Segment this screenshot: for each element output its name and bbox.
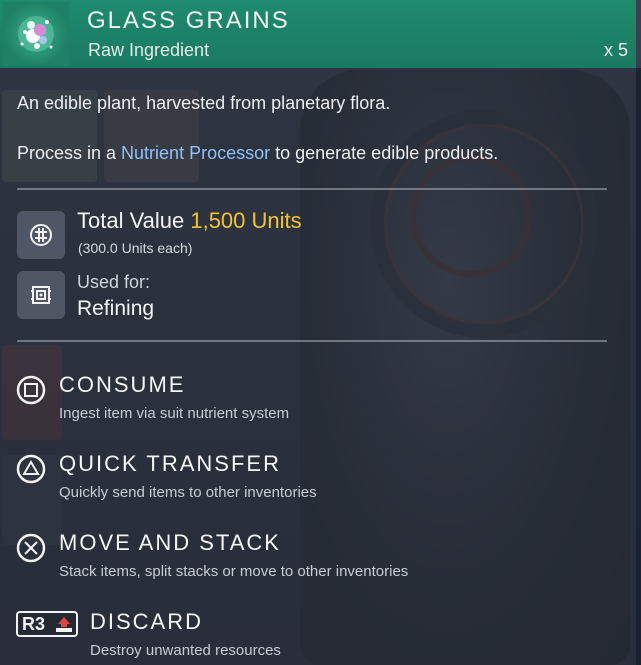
- discard-title: DISCARD: [90, 609, 204, 634]
- square-button-icon: [16, 375, 46, 410]
- discard-description: Destroy unwanted resources: [90, 642, 281, 659]
- item-header: GLASS GRAINS Raw Ingredient x 5: [0, 0, 636, 68]
- description-prefix: Process in a: [17, 143, 122, 163]
- unit-value-each: (300.0 Units each): [78, 240, 193, 256]
- used-for-value: Refining: [77, 297, 155, 320]
- total-value-label: Total Value: [77, 208, 191, 233]
- item-detail-panel: GLASS GRAINS Raw Ingredient x 5 An edibl…: [0, 0, 641, 665]
- background-strip: [636, 68, 641, 665]
- quick-transfer-title: QUICK TRANSFER: [59, 451, 281, 476]
- item-quantity: x 5: [603, 40, 628, 60]
- nutrient-processor-link[interactable]: Nutrient Processor: [121, 143, 270, 163]
- section-divider: [17, 188, 607, 190]
- total-value: Total Value 1,500 Units: [77, 208, 302, 234]
- item-description-line1: An edible plant, harvested from planetar…: [17, 93, 391, 113]
- units-icon: [17, 211, 65, 259]
- consume-description: Ingest item via suit nutrient system: [59, 405, 290, 422]
- used-for-label: Used for:: [77, 272, 151, 292]
- consume-action[interactable]: CONSUME Ingest item via suit nutrient sy…: [16, 372, 576, 432]
- section-divider: [17, 340, 607, 342]
- glass-grains-icon: [3, 2, 69, 66]
- r3-button-text: R3: [22, 614, 46, 634]
- move-and-stack-description: Stack items, split stacks or move to oth…: [59, 563, 409, 580]
- r3-button-icon: R3: [16, 611, 78, 637]
- move-and-stack-title: MOVE AND STACK: [59, 530, 281, 555]
- description-suffix: to generate edible products.: [270, 143, 499, 163]
- cross-button-icon: [16, 533, 46, 568]
- total-value-amount: 1,500 Units: [190, 208, 302, 233]
- quick-transfer-action[interactable]: QUICK TRANSFER Quickly send items to oth…: [16, 451, 576, 511]
- move-and-stack-action[interactable]: MOVE AND STACK Stack items, split stacks…: [16, 530, 576, 590]
- item-description-line2: Process in a Nutrient Processor to gener…: [17, 143, 498, 164]
- item-name: GLASS GRAINS: [87, 7, 290, 34]
- triangle-button-icon: [16, 454, 46, 489]
- refiner-icon: [17, 271, 65, 319]
- discard-action[interactable]: R3 DISCARD Destroy unwanted resources: [16, 609, 576, 665]
- consume-title: CONSUME: [59, 372, 186, 397]
- item-category: Raw Ingredient: [88, 40, 210, 60]
- quick-transfer-description: Quickly send items to other inventories: [59, 484, 317, 501]
- discard-arrow-icon: [56, 617, 72, 632]
